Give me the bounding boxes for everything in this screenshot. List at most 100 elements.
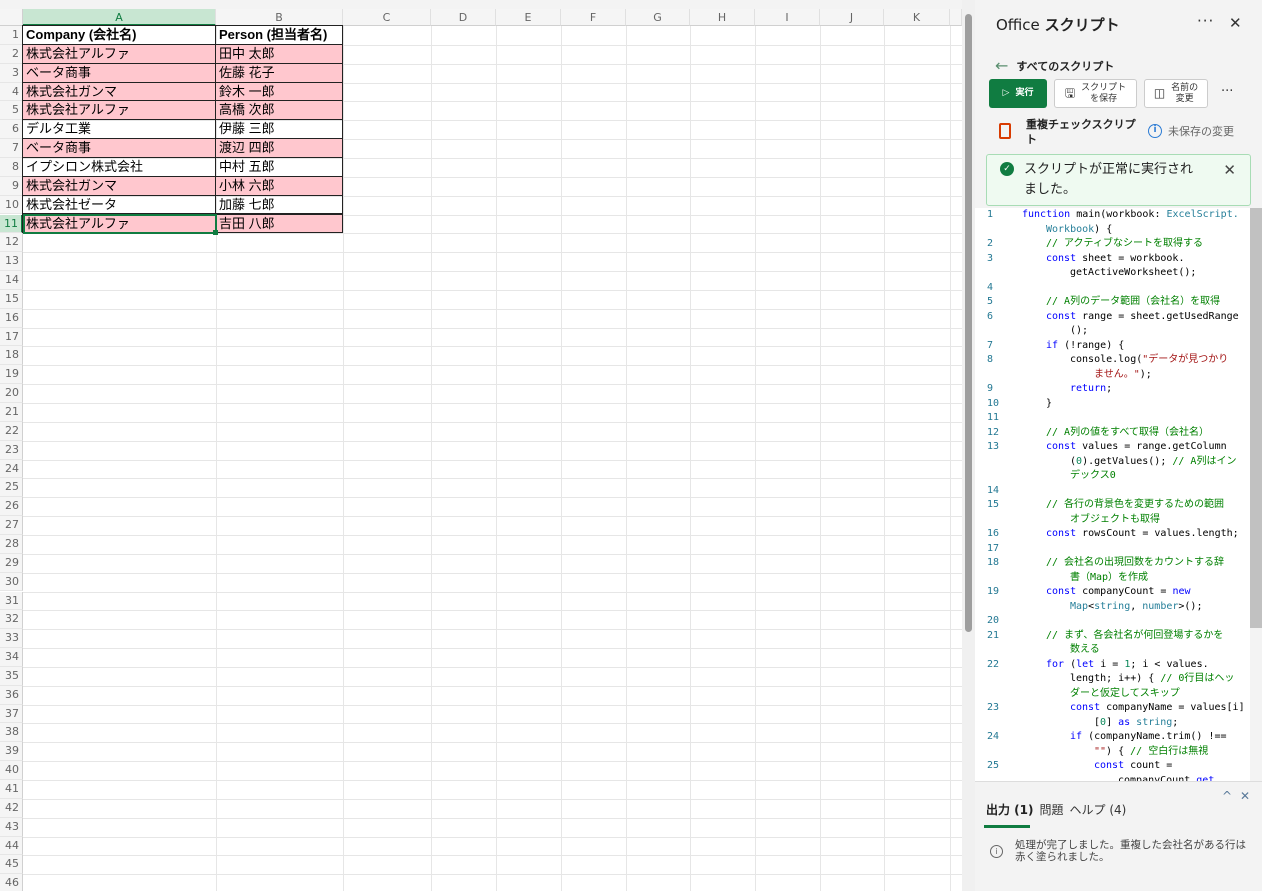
column-header-j[interactable]: J [820,9,884,26]
column-header-a[interactable]: A [23,9,216,26]
row-header[interactable]: 6 [0,120,23,140]
code-line[interactable]: 25 const count = [975,759,1250,774]
code-line[interactable]: 19 const companyCount = new [975,585,1250,600]
scrollbar-thumb[interactable] [965,14,972,632]
cell[interactable]: Company (会社名) [22,25,216,45]
code-line[interactable]: "") { // 空白行は無視 [975,745,1250,760]
code-line[interactable]: 9 return; [975,382,1250,397]
cell[interactable]: ベータ商事 [22,138,216,158]
code-line[interactable]: デックス0 [975,469,1250,484]
row-header[interactable]: 13 [0,252,23,272]
rename-button[interactable]: ◫ 名前の 変更 [1144,79,1208,108]
code-line[interactable]: 2 // アクティブなシートを取得する [975,237,1250,252]
row-header[interactable]: 41 [0,780,23,799]
row-header[interactable]: 32 [0,610,23,630]
code-line[interactable]: 20 [975,614,1250,629]
row-header[interactable]: 16 [0,308,23,328]
row-header[interactable]: 11 [0,214,23,234]
cell[interactable]: 吉田 八郎 [215,213,343,234]
cell[interactable]: Person (担当者名) [215,25,343,45]
code-line[interactable]: 17 [975,542,1250,557]
row-header[interactable]: 42 [0,798,23,818]
cell[interactable]: ベータ商事 [22,62,216,83]
cell[interactable]: 小林 六郎 [215,175,343,196]
row-header[interactable]: 4 [0,82,23,102]
row-header[interactable]: 18 [0,346,23,366]
more-options-icon[interactable]: ··· [1197,12,1214,30]
row-header[interactable]: 17 [0,327,23,347]
row-header[interactable]: 5 [0,101,23,121]
column-header-f[interactable]: F [561,9,626,26]
row-header[interactable]: 12 [0,233,23,253]
row-header[interactable]: 27 [0,516,23,535]
script-name[interactable]: 重複チェックスクリプト [1026,117,1138,147]
sheet-vertical-scrollbar[interactable] [962,0,975,891]
row-header[interactable]: 20 [0,384,23,403]
row-header[interactable]: 7 [0,139,23,158]
code-line[interactable]: 5 // A列のデータ範囲（会社名）を取得 [975,295,1250,310]
code-line[interactable]: getActiveWorksheet(); [975,266,1250,281]
code-line[interactable]: ません。"); [975,368,1250,383]
code-line[interactable]: 10} [975,397,1250,412]
cell[interactable]: 佐藤 花子 [215,62,343,83]
row-header[interactable]: 22 [0,421,23,441]
row-header[interactable]: 2 [0,44,23,64]
cell[interactable]: 田中 太郎 [215,43,343,64]
code-line[interactable]: 15 // 各行の背景色を変更するための範囲 [975,498,1250,513]
code-line[interactable]: 数える [975,643,1250,658]
code-line[interactable]: (); [975,324,1250,339]
row-header[interactable]: 35 [0,666,23,686]
code-line[interactable]: 14 [975,484,1250,499]
column-header-h[interactable]: H [690,9,755,26]
row-header[interactable]: 21 [0,403,23,422]
code-line[interactable]: 13 const values = range.getColumn [975,440,1250,455]
row-header[interactable]: 34 [0,648,23,667]
code-scrollbar[interactable] [1250,208,1262,781]
cell[interactable]: 伊藤 三郎 [215,119,343,140]
code-line[interactable]: length; i++) { // 0行目はヘッ [975,672,1250,687]
code-line[interactable]: 23 const companyName = values[i] [975,701,1250,716]
chevron-up-icon[interactable]: ^ [1222,789,1232,803]
code-line[interactable]: (0).getValues(); // A列はイン [975,455,1250,470]
close-output-icon[interactable]: ✕ [1240,789,1250,803]
code-line[interactable]: 1 function main(workbook: ExcelScript. [975,208,1250,223]
cell[interactable]: 渡辺 四郎 [215,138,343,158]
row-header[interactable]: 9 [0,176,23,196]
cell[interactable]: 高橋 次郎 [215,100,343,121]
code-line[interactable]: 18 // 会社名の出現回数をカウントする辞 [975,556,1250,571]
row-header[interactable]: 3 [0,63,23,83]
cell[interactable]: 加藤 七郎 [215,194,343,215]
code-line[interactable]: Map<string, number>(); [975,600,1250,615]
row-header[interactable]: 39 [0,742,23,762]
row-header[interactable]: 24 [0,459,23,479]
row-header[interactable]: 29 [0,553,23,573]
row-header[interactable]: 28 [0,534,23,554]
code-line[interactable]: ダーと仮定してスキップ [975,687,1250,702]
code-line[interactable]: 21 // まず、各会社名が何回登場するかを [975,629,1250,644]
row-header[interactable]: 46 [0,874,23,891]
column-header-d[interactable]: D [431,9,496,26]
row-header[interactable]: 26 [0,497,23,517]
code-line[interactable]: 16 const rowsCount = values.length; [975,527,1250,542]
cell[interactable]: 株式会社アルファ [22,43,216,64]
column-header-i[interactable]: I [755,9,820,26]
row-header[interactable]: 38 [0,723,23,743]
code-line[interactable]: 7 if (!range) { [975,339,1250,354]
column-header-e[interactable]: E [496,9,561,26]
select-all-corner[interactable] [0,9,23,26]
column-header-k[interactable]: K [884,9,950,26]
cell[interactable]: 鈴木 一郎 [215,81,343,102]
row-header[interactable]: 15 [0,289,23,309]
tab-output[interactable]: 出力 (1) [986,801,1034,818]
dismiss-notification-icon[interactable]: ✕ [1223,161,1236,179]
row-header[interactable]: 19 [0,365,23,385]
row-header[interactable]: 30 [0,572,23,592]
cell[interactable]: 中村 五郎 [215,156,343,177]
column-header-g[interactable]: G [626,9,690,26]
row-header[interactable]: 44 [0,836,23,856]
row-header[interactable]: 37 [0,704,23,724]
cell[interactable]: 株式会社ガンマ [22,81,216,102]
cell[interactable]: デルタ工業 [22,119,216,140]
code-line[interactable]: 書（Map）を作成 [975,571,1250,586]
cell[interactable]: イプシロン株式会社 [22,156,216,177]
